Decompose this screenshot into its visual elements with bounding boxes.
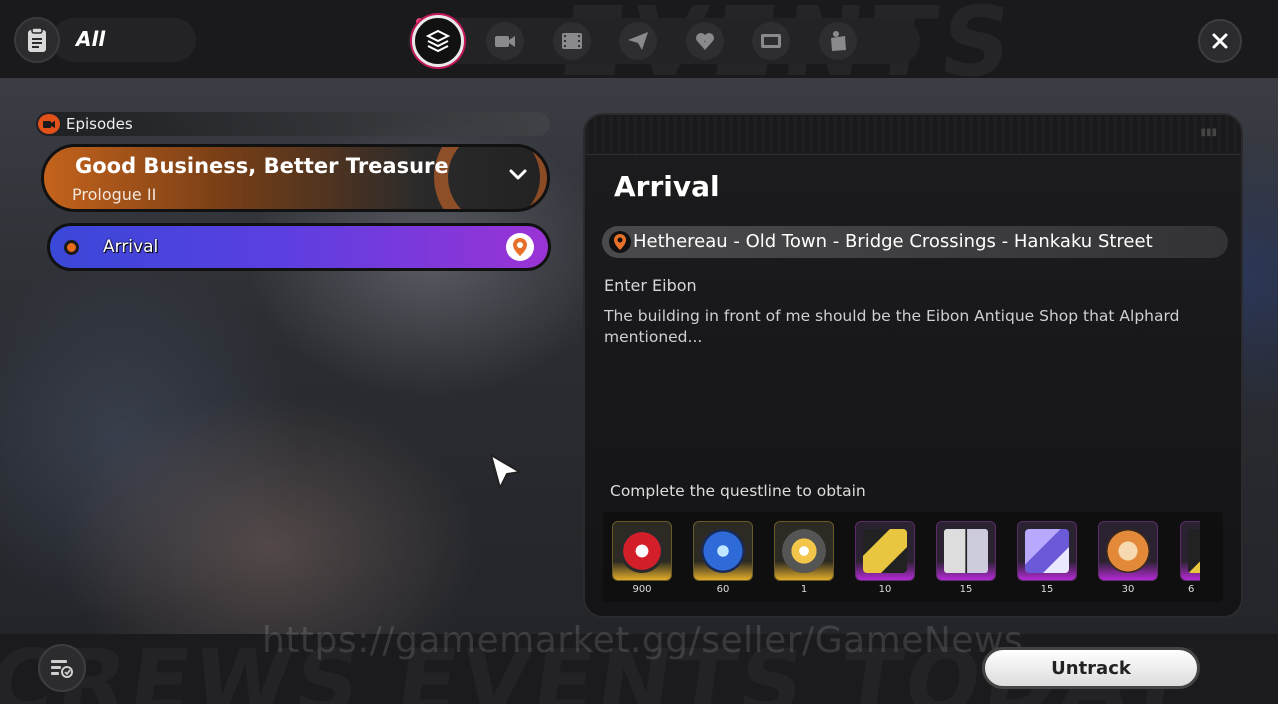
reward-item[interactable] (1098, 521, 1158, 581)
panel-header-strip (585, 115, 1241, 155)
tracked-quests-button[interactable] (38, 644, 86, 692)
reward-item[interactable] (1180, 521, 1200, 581)
reward-item[interactable] (1017, 521, 1077, 581)
flower-icon (696, 33, 714, 50)
camera-icon (495, 36, 515, 47)
reward-overflow: 6 (1180, 518, 1200, 600)
quest-title: Good Business, Better Treasure (75, 154, 449, 178)
checklist-icon (51, 660, 73, 678)
tab-errands[interactable] (819, 22, 857, 60)
reward-quantity: 30 (1121, 584, 1135, 595)
rewards-label: Complete the questline to obtain (610, 482, 866, 500)
reward-item[interactable] (612, 521, 672, 581)
paper-plane-icon (628, 32, 648, 50)
reward-item[interactable] (855, 521, 915, 581)
quest-card-emblem (434, 147, 547, 209)
reward-quantity: 60 (716, 584, 730, 595)
reward-quantity: 15 (1040, 584, 1054, 595)
master-tape-icon (701, 529, 745, 573)
reward-quantity: 10 (878, 584, 892, 595)
objective-description: The building in front of me should be th… (604, 307, 1180, 346)
crystal-icon (1025, 529, 1069, 573)
close-icon (1212, 33, 1228, 49)
detail-title: Arrival (614, 170, 720, 203)
film-icon (562, 33, 582, 49)
location-text: Hethereau - Old Town - Bridge Crossings … (633, 231, 1153, 252)
reward-quantity: 15 (959, 584, 973, 595)
tab-commissions[interactable] (686, 22, 724, 60)
burst-icon (782, 529, 826, 573)
reward-item[interactable] (693, 521, 753, 581)
reward-quantity: 1 (800, 584, 808, 595)
reward-item[interactable] (774, 521, 834, 581)
chevron-down-icon[interactable] (509, 166, 527, 185)
untrack-button[interactable]: Untrack (982, 647, 1200, 689)
layers-icon (425, 29, 451, 53)
item-icon (1188, 529, 1200, 573)
filter-label[interactable]: All (76, 27, 105, 51)
quest-log-button[interactable] (14, 17, 60, 63)
polychrome-icon (620, 529, 664, 573)
filter-pill[interactable] (52, 18, 196, 62)
panel-decor: ▮▮▮ (1200, 127, 1217, 138)
episodes-label: Episodes (66, 115, 133, 133)
bangboo-coin-icon (1106, 529, 1150, 573)
tv-icon (761, 34, 781, 48)
bag-icon (831, 31, 846, 51)
reward-item[interactable] (936, 521, 996, 581)
tab-film[interactable] (553, 22, 591, 60)
tab-all-layers[interactable] (412, 15, 464, 67)
trading-cards-icon (944, 529, 988, 573)
card-pack-icon (863, 529, 907, 573)
clipboard-icon (28, 27, 46, 52)
episodes-icon (38, 114, 60, 134)
objective-item-label: Arrival (103, 237, 159, 257)
watermark-text: https://gamemarket.gg/seller/GameNews (262, 620, 1024, 661)
mouse-cursor-icon (488, 452, 524, 496)
map-pin-icon (609, 231, 631, 253)
quest-subtitle: Prologue II (72, 185, 157, 204)
reward-quantity: 6 (1188, 584, 1195, 595)
objective-title: Enter Eibon (604, 276, 697, 295)
objective-status-dot (64, 240, 79, 255)
location-pin-icon[interactable] (506, 233, 534, 261)
tab-messages[interactable] (619, 22, 657, 60)
close-button[interactable] (1198, 19, 1242, 63)
tab-videos[interactable] (752, 22, 790, 60)
reward-quantity: 900 (632, 584, 652, 595)
tab-camera[interactable] (486, 22, 524, 60)
